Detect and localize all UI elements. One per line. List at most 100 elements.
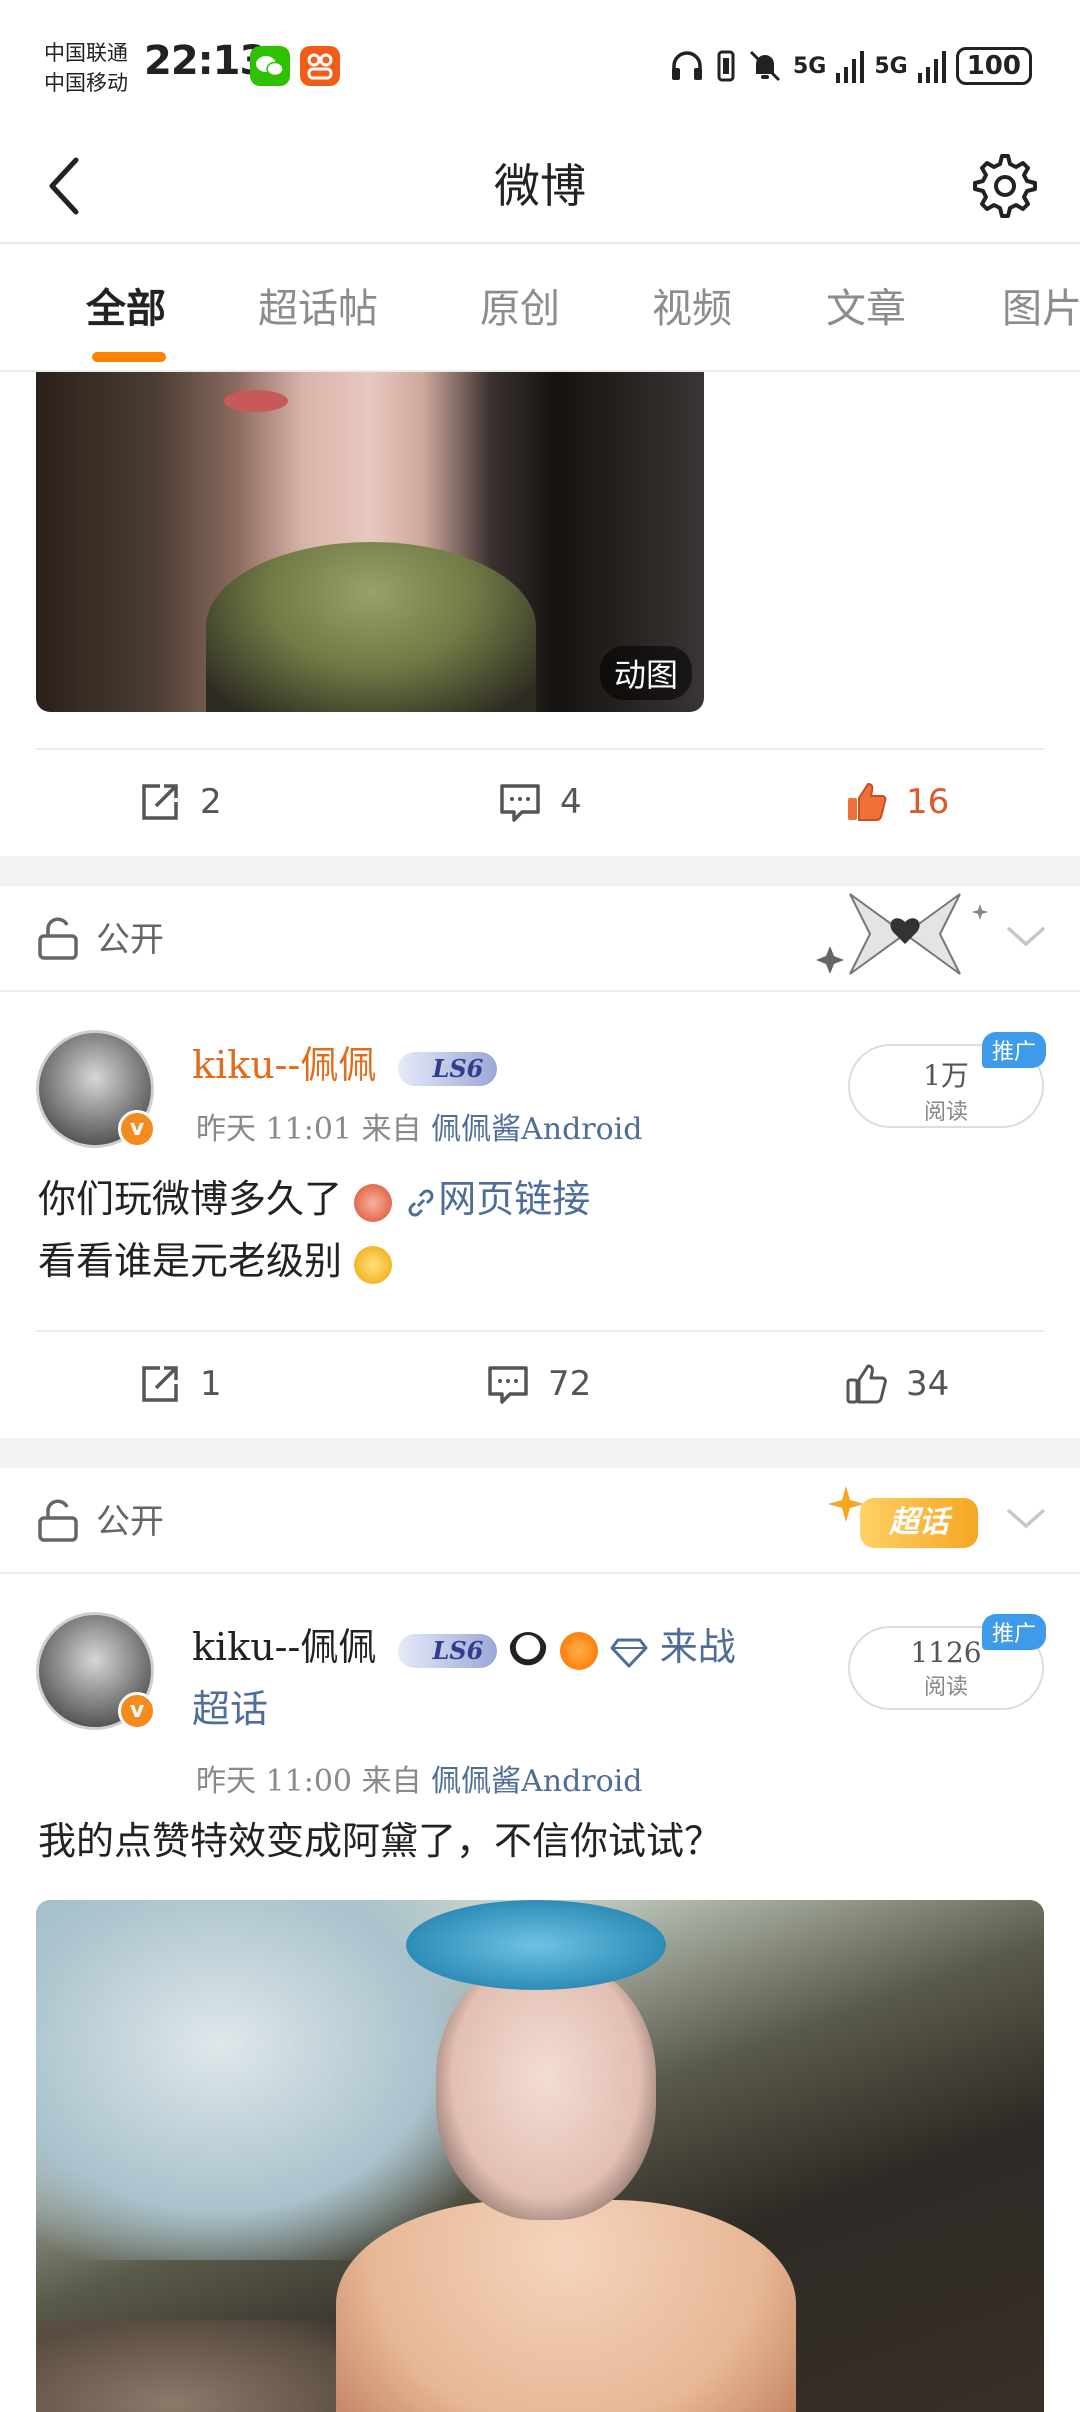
post-meta: 昨天 11:00 来自 佩佩酱Android <box>196 1756 643 1800</box>
like-button[interactable]: 16 <box>844 752 949 852</box>
read-count-button[interactable]: 1万 阅读 推广 <box>848 1032 1046 1128</box>
read-count-button[interactable]: 1126 阅读 推广 <box>848 1614 1046 1710</box>
thumbs-up-filled-icon <box>848 782 887 821</box>
grin-emoji-icon <box>354 1245 393 1284</box>
promo-badge: 推广 <box>981 1614 1046 1650</box>
read-label: 阅读 <box>923 1100 968 1125</box>
gif-badge: 动图 <box>599 646 692 700</box>
post-card: v kiku--佩佩 LS6 来战 超话 昨天 11:00 来自 佩佩酱Andr… <box>0 1574 1080 1900</box>
like-count: 16 <box>906 782 950 822</box>
tab-original[interactable]: 原创 <box>480 276 560 334</box>
comment-icon <box>500 784 540 822</box>
comment-count: 72 <box>548 1364 592 1404</box>
repost-count: 2 <box>200 782 222 822</box>
status-bar: 中国联通 中国移动 22:13 5G 5G 100 <box>0 0 1080 128</box>
from-label: 来自 <box>361 1112 422 1147</box>
web-link[interactable]: 网页链接 <box>404 1177 590 1221</box>
username-text: kiku--佩佩 <box>192 1043 377 1087</box>
chevron-down-icon[interactable] <box>1004 1502 1048 1532</box>
unlock-icon <box>38 917 78 960</box>
post-text-line1: 你们玩微博多久了 <box>38 1177 343 1221</box>
wechat-notification-icon <box>250 46 290 86</box>
verified-badge-icon: v <box>118 1110 156 1148</box>
carrier-2: 中国移动 <box>44 71 128 95</box>
signal-1-icon <box>836 51 865 83</box>
username[interactable]: kiku--佩佩 LS6 <box>192 1034 498 1089</box>
privacy-label: 公开 <box>96 1502 164 1542</box>
gear-icon[interactable] <box>964 148 1040 224</box>
divider <box>36 748 1044 750</box>
image-detail <box>36 2320 376 2412</box>
repost-icon <box>142 1366 178 1402</box>
status-icons: 5G 5G 100 <box>669 44 1032 88</box>
divider <box>36 1330 1044 1332</box>
vibrate-icon <box>717 50 735 82</box>
comment-count: 4 <box>560 782 582 822</box>
web-link-text: 网页链接 <box>438 1177 591 1221</box>
post-time: 昨天 11:00 <box>196 1764 352 1799</box>
image-detail <box>336 2200 796 2412</box>
super-topic-decoration: 超话 <box>826 1484 986 1554</box>
level-badge: LS6 <box>398 1051 498 1086</box>
post-source[interactable]: 佩佩酱Android <box>431 1764 642 1799</box>
tab-article[interactable]: 文章 <box>826 276 906 334</box>
post-text-line: 我的点赞特效变成阿黛了，不信你试试？ <box>38 1819 723 1863</box>
post-source[interactable]: 佩佩酱Android <box>431 1112 642 1147</box>
verified-badge-icon: v <box>118 1692 156 1730</box>
repost-icon <box>142 784 178 820</box>
post-image-gif[interactable]: 动图 <box>36 372 704 712</box>
tab-super-topic[interactable]: 超话帖 <box>258 276 378 334</box>
post-actions: 1 72 34 <box>0 1334 1080 1434</box>
thumbs-up-icon <box>846 1364 887 1404</box>
tab-all[interactable]: 全部 <box>86 276 166 334</box>
image-detail <box>436 1960 656 2220</box>
image-detail <box>406 1900 666 1990</box>
post-meta: 昨天 11:01 来自 佩佩酱Android <box>196 1104 643 1148</box>
like-button[interactable]: 34 <box>844 1334 949 1434</box>
username[interactable]: kiku--佩佩 LS6 来战 超话 <box>192 1616 736 1740</box>
post-text[interactable]: 你们玩微博多久了 网页链接 看看谁是元老级别 <box>38 1168 590 1292</box>
image-detail <box>206 542 536 712</box>
from-label: 来自 <box>361 1764 422 1799</box>
like-count: 34 <box>906 1364 950 1404</box>
post-text-line2: 看看谁是元老级别 <box>38 1239 343 1283</box>
headphones-icon <box>671 51 702 80</box>
username-text: kiku--佩佩 <box>192 1625 377 1669</box>
panda-emoji-icon <box>509 1631 548 1670</box>
network-1-label: 5G <box>792 53 827 79</box>
status-time: 22:13 <box>144 38 267 84</box>
level-badge: LS6 <box>398 1633 498 1668</box>
card-decoration-icon <box>816 893 988 975</box>
carrier-info: 中国联通 中国移动 <box>44 38 128 98</box>
comment-button[interactable]: 4 <box>498 752 582 852</box>
active-tab-indicator <box>92 352 166 362</box>
chevron-down-icon[interactable] <box>1004 920 1048 950</box>
page-title: 微博 <box>494 159 586 213</box>
carrier-1: 中国联通 <box>44 41 128 65</box>
privacy-label: 公开 <box>96 920 164 960</box>
unlock-icon <box>38 1499 78 1542</box>
post-privacy-row: 公开 <box>0 886 1080 986</box>
comment-icon <box>488 1366 528 1404</box>
super-topic-tag-text[interactable]: 超话 <box>192 1687 268 1731</box>
read-label: 阅读 <box>923 1675 968 1700</box>
super-topic-badge: 超话 <box>860 1498 978 1548</box>
post-image[interactable] <box>36 1900 1044 2412</box>
repost-button[interactable]: 1 <box>138 1334 222 1434</box>
super-topic-tag-text[interactable]: 来战 <box>660 1625 736 1669</box>
post-time: 昨天 11:01 <box>196 1112 352 1147</box>
top-app-bar: 微博 <box>0 128 1080 244</box>
post-text[interactable]: 我的点赞特效变成阿黛了，不信你试试？ <box>38 1810 722 1872</box>
tab-video[interactable]: 视频 <box>652 276 732 334</box>
post-privacy-row: 公开 超话 <box>0 1468 1080 1568</box>
tab-images[interactable]: 图片 <box>1002 276 1080 334</box>
app-notification-icon <box>300 46 340 86</box>
post-actions: 2 4 16 <box>0 752 1080 852</box>
promo-badge: 推广 <box>981 1032 1046 1068</box>
link-icon <box>408 1189 434 1216</box>
comment-button[interactable]: 72 <box>486 1334 591 1434</box>
repost-count: 1 <box>200 1364 222 1404</box>
repost-button[interactable]: 2 <box>138 752 222 852</box>
diamond-icon <box>610 1638 648 1667</box>
post-separator <box>0 856 1080 886</box>
